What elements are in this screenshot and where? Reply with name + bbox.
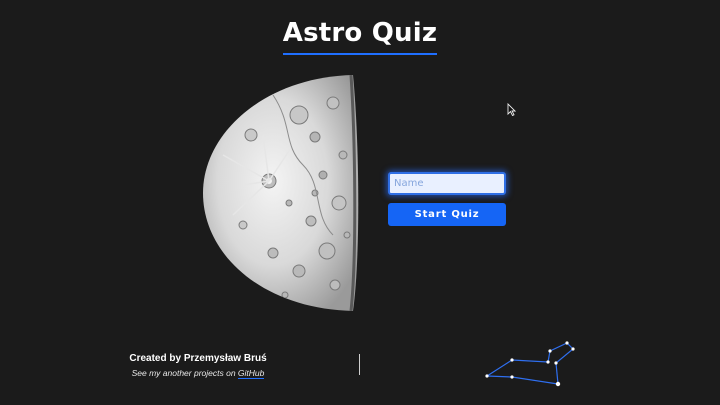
name-input[interactable]	[388, 172, 506, 195]
projects-subline: See my another projects on GitHub	[100, 367, 296, 380]
footer-divider	[359, 354, 360, 375]
moon-illustration	[203, 75, 359, 311]
subline-text: See my another projects on	[131, 368, 238, 378]
mouse-cursor-icon	[507, 103, 516, 116]
credit-text: Created by Przemysław Bruś	[129, 353, 267, 364]
footer-credit: Created by Przemysław Bruś See my anothe…	[100, 352, 296, 380]
github-link[interactable]: GitHub	[237, 368, 265, 379]
constellation-illustration	[485, 341, 575, 387]
quiz-form: Start Quiz	[388, 172, 506, 226]
header: Astro Quiz	[0, 14, 720, 55]
page-title: Astro Quiz	[282, 14, 438, 55]
start-quiz-button[interactable]: Start Quiz	[388, 203, 506, 226]
